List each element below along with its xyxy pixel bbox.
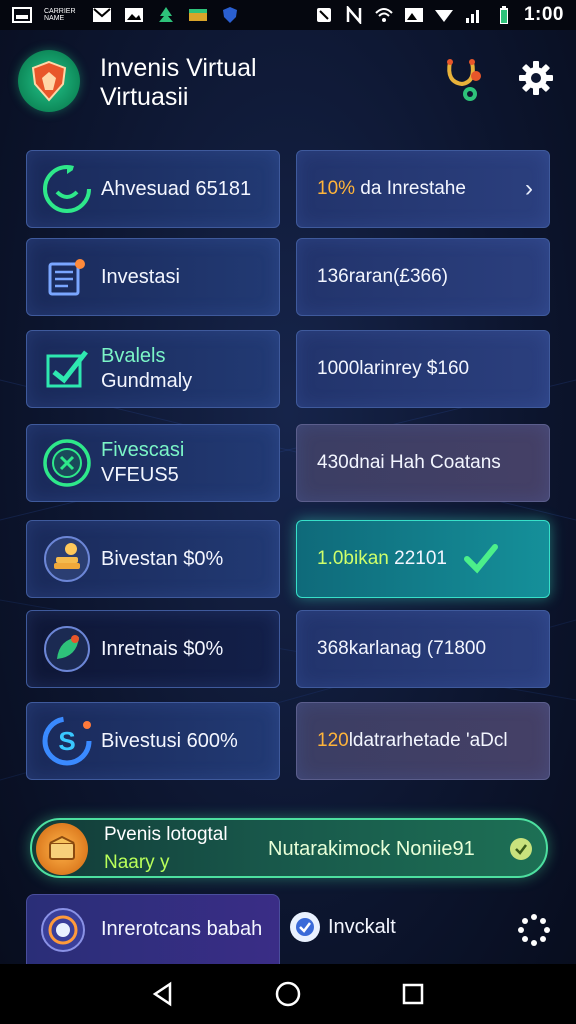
promo-banner[interactable]: Pvenis lotogtal Naary y Nutarakimock Non… [30,818,548,878]
card-bivestan[interactable]: Bivestan $0% [26,520,280,598]
card-amount[interactable]: 136raran(£366) [296,238,550,316]
document-icon [37,247,97,307]
mail-icon [92,6,112,24]
signal-icon [464,6,484,24]
card-value: ldatrarhetade 'aDcl [348,730,508,751]
clock: 1:00 [523,4,564,25]
card-amount[interactable]: 430dnai Hah Coatans [296,424,550,502]
card-amount[interactable]: 120ldatrarhetade 'aDcl [296,702,550,780]
tree-icon [156,6,176,24]
grid-row: Investasi 136raran(£366) [26,238,550,316]
coin-stack-icon [37,529,97,589]
refresh-cycle-icon [37,159,97,219]
banner-status: Nutarakimock Noniie91 [268,838,475,860]
carrier-label: CARRIER NAME [44,8,76,22]
card-selected-amount[interactable]: 1.0bikan 22101 [296,520,550,598]
wifi-full-icon [434,6,454,24]
card-sublabel: VFEUS5 [101,464,179,486]
card-label: Bivestan $0% [101,547,224,570]
card-value: 430dnai Hah Coatans [317,452,501,473]
card-label: Investasi [101,265,180,288]
grid-row: Fivescasi VFEUS5 430dnai Hah Coatans [26,424,550,502]
card-value: 22101 [388,548,447,569]
grid-row: Inretnais $0% 368karlanag (71800 [26,610,550,688]
wifi-icon [374,6,394,24]
notification-icon [12,6,32,24]
grid-row: Bivestan $0% 1.0bikan 22101 [26,520,550,598]
grid-row: S Bivestusi 600% 120ldatrarhetade 'aDcl [26,702,550,780]
title-line-2: Virtuasii [100,83,189,111]
back-icon[interactable] [145,976,181,1012]
target-icon [35,902,91,958]
card-label: Inrerotcans babah [101,918,263,940]
image-icon [124,6,144,24]
app-header: Invenis Virtual Virtuasii [0,42,576,122]
grid-row: Bvalels Gundmaly 1000larinrey $160 [26,330,550,408]
checkbox-label: Invckalt [328,915,396,938]
svg-text:S: S [58,726,75,756]
checkbox-item[interactable]: Invckalt [290,912,396,942]
card-inrerotcans[interactable]: Inrerotcans babah [26,894,280,964]
system-nav-bar [0,964,576,1024]
card-fivescasi[interactable]: Fivescasi VFEUS5 [26,424,280,502]
checkmark-icon [463,543,499,580]
treasure-box-icon [36,823,88,875]
card-label: Bivestusi 600% [101,729,238,752]
stethoscope-icon[interactable] [440,52,492,104]
status-bar: CARRIER NAME 1:00 [0,0,576,30]
banner-title: Pvenis lotogtal [104,824,228,845]
card-highlight: 10% [317,178,356,199]
card-inretnais[interactable]: Inretnais $0% [26,610,280,688]
card-label: Fivescasi [101,439,185,461]
card-interest-rate[interactable]: 10% da Inrestahe › [296,150,550,228]
card-label: Bvalels [101,345,166,367]
nfc-icon [344,6,364,24]
battery-icon [494,6,514,24]
title-line-1: Invenis Virtual [100,54,257,82]
shield-icon [220,6,240,24]
photo-icon [404,6,424,24]
checkbox-checked-icon[interactable] [290,912,320,942]
card-value: 368karlanag (71800 [317,638,487,659]
card-sublabel: Gundmaly [101,370,193,392]
card-label: Ahvesuad 65181 [101,177,252,200]
settings-icon[interactable] [516,58,556,98]
recents-icon[interactable] [395,976,431,1012]
grid-row: Ahvesuad 65181 10% da Inrestahe › [26,150,550,228]
banner-subtitle: Naary y [104,852,170,873]
leaf-icon [37,619,97,679]
home-icon[interactable] [270,976,306,1012]
checkmark-chart-icon [37,339,97,399]
card-amount[interactable]: 1000larinrey $160 [296,330,550,408]
check-circle-icon [510,838,532,860]
app-logo-icon[interactable] [18,50,80,112]
card-amount[interactable]: 368karlanag (71800 [296,610,550,688]
globe-leaf-icon [37,433,97,493]
chevron-right-icon[interactable]: › [525,175,533,203]
loading-spinner-icon [518,914,550,946]
card-bivestusi[interactable]: S Bivestusi 600% [26,702,280,780]
card-label: Inretnais $0% [101,637,224,660]
page-title: Invenis Virtual Virtuasii [100,54,360,112]
mute-icon [314,6,334,24]
card-investasi[interactable]: Investasi [26,238,280,316]
card-value: 1000larinrey $160 [317,358,470,379]
card-highlight: 1.0bikan [317,548,389,569]
card-bvalels[interactable]: Bvalels Gundmaly [26,330,280,408]
card-value: 136raran(£366) [317,266,448,287]
card-value: da Inrestahe [355,178,466,199]
card-highlight: 120 [317,730,349,751]
dollar-cycle-icon: S [37,711,97,771]
card-ahvesuad[interactable]: Ahvesuad 65181 [26,150,280,228]
flag-icon [188,6,208,24]
